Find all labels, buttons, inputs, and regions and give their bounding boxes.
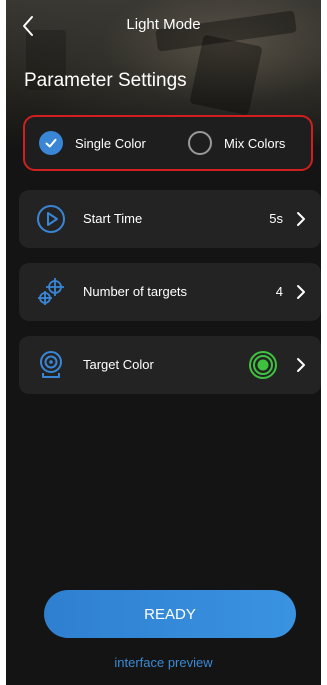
- mix-colors-label: Mix Colors: [224, 135, 286, 151]
- ready-button[interactable]: READY: [44, 590, 296, 638]
- radio-unchecked-icon: [188, 131, 212, 155]
- chevron-right-icon: [297, 358, 305, 372]
- start-time-label: Start Time: [83, 211, 143, 226]
- mix-colors-option[interactable]: Mix Colors: [188, 129, 285, 157]
- single-color-option[interactable]: Single Color: [39, 129, 146, 157]
- crosshair-targets-icon: [38, 278, 64, 305]
- phone-screen: Light Mode Parameter Settings Single Col…: [6, 0, 321, 685]
- color-mode-selector: Single Color Mix Colors: [23, 115, 313, 171]
- section-title: Parameter Settings: [24, 70, 187, 91]
- number-of-targets-label: Number of targets: [83, 284, 188, 299]
- chevron-right-icon: [297, 285, 305, 299]
- target-sensor-icon: [40, 351, 62, 378]
- play-circle-icon: [37, 205, 65, 233]
- chevron-right-icon: [297, 212, 305, 226]
- target-color-label: Target Color: [83, 357, 154, 372]
- start-time-value: 5s: [269, 211, 283, 226]
- top-bar: Light Mode: [6, 0, 321, 52]
- start-time-row[interactable]: Start Time 5s: [19, 190, 321, 248]
- number-of-targets-row[interactable]: Number of targets 4: [19, 263, 321, 321]
- interface-preview-link[interactable]: interface preview: [6, 655, 321, 670]
- target-color-swatch-icon: [249, 351, 277, 379]
- target-color-row[interactable]: Target Color: [19, 336, 321, 394]
- radio-checked-icon: [39, 131, 63, 155]
- page-title: Light Mode: [126, 16, 201, 33]
- number-of-targets-value: 4: [275, 284, 283, 299]
- single-color-label: Single Color: [75, 135, 146, 151]
